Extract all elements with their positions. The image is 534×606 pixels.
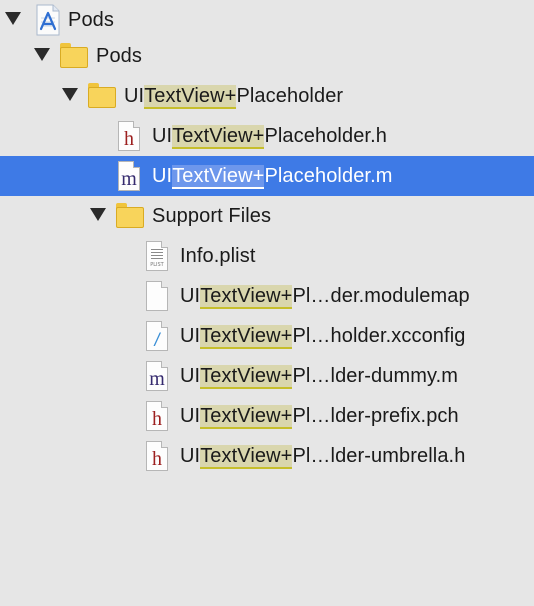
search-match-highlight: TextView+ xyxy=(172,125,265,149)
tree-row-label: UITextView+Placeholder xyxy=(124,85,344,109)
disclosure-triangle-icon[interactable] xyxy=(34,48,50,61)
tree-row-label: UITextView+Pl…holder.xcconfig xyxy=(180,325,466,349)
tree-row-group-pods[interactable]: Pods xyxy=(0,36,534,76)
tree-row-file-placeholder-h[interactable]: h UITextView+Placeholder.h xyxy=(0,116,534,156)
tree-row-label: Pods xyxy=(96,45,142,67)
tree-row-label: Support Files xyxy=(152,205,272,227)
tree-row-file-modulemap[interactable]: UITextView+Pl…der.modulemap xyxy=(0,276,534,316)
tree-row-file-info-plist[interactable]: PLIST Info.plist xyxy=(0,236,534,276)
folder-icon xyxy=(114,200,144,232)
header-file-icon: h xyxy=(142,440,172,472)
objc-source-file-icon: m xyxy=(142,360,172,392)
tree-row-project-pods[interactable]: Pods xyxy=(0,0,534,40)
tree-row-label: UITextView+Placeholder.h xyxy=(152,125,387,149)
tree-row-file-placeholder-m-selected[interactable]: m UITextView+Placeholder.m xyxy=(0,156,534,196)
objc-source-file-icon: m xyxy=(114,160,144,192)
tree-row-file-xcconfig[interactable]: / UITextView+Pl…holder.xcconfig xyxy=(0,316,534,356)
search-match-highlight: TextView+ xyxy=(200,445,293,469)
header-file-icon: h xyxy=(142,400,172,432)
tree-row-file-umbrella-h[interactable]: h UITextView+Pl…lder-umbrella.h xyxy=(0,436,534,476)
tree-row-label: UITextView+Pl…lder-prefix.pch xyxy=(180,405,459,429)
tree-row-label: UITextView+Placeholder.m xyxy=(152,165,393,189)
tree-row-group-uitextview-placeholder[interactable]: UITextView+Placeholder xyxy=(0,76,534,116)
disclosure-triangle-icon[interactable] xyxy=(90,208,106,221)
xcconfig-file-icon: / xyxy=(142,320,172,352)
folder-icon xyxy=(58,40,88,72)
tree-row-label: Pods xyxy=(68,9,114,31)
search-match-highlight: TextView+ xyxy=(200,365,293,389)
tree-row-group-support-files[interactable]: Support Files xyxy=(0,196,534,236)
search-match-highlight: TextView+ xyxy=(200,405,293,429)
disclosure-triangle-icon[interactable] xyxy=(5,12,21,25)
tree-row-file-prefix-pch[interactable]: h UITextView+Pl…lder-prefix.pch xyxy=(0,396,534,436)
header-file-icon: h xyxy=(114,120,144,152)
disclosure-triangle-icon[interactable] xyxy=(62,88,78,101)
tree-row-label: UITextView+Pl…der.modulemap xyxy=(180,285,470,309)
search-match-highlight: TextView+ xyxy=(144,85,237,109)
blank-file-icon xyxy=(142,280,172,312)
search-match-highlight: TextView+ xyxy=(200,285,293,309)
tree-row-label: UITextView+Pl…lder-umbrella.h xyxy=(180,445,466,469)
folder-icon xyxy=(86,80,116,112)
tree-row-file-dummy-m[interactable]: m UITextView+Pl…lder-dummy.m xyxy=(0,356,534,396)
tree-row-label: Info.plist xyxy=(180,245,256,267)
search-match-highlight: TextView+ xyxy=(172,165,265,189)
xcode-project-icon xyxy=(33,4,63,36)
tree-row-label: UITextView+Pl…lder-dummy.m xyxy=(180,365,459,389)
search-match-highlight: TextView+ xyxy=(200,325,293,349)
plist-file-icon: PLIST xyxy=(142,240,172,272)
